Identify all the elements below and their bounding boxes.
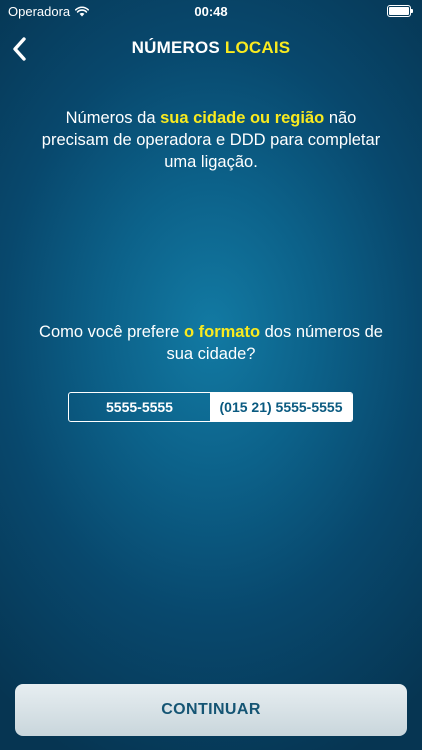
page-title-accent: LOCAIS bbox=[224, 38, 291, 57]
continue-button[interactable]: CONTINUAR bbox=[15, 684, 407, 736]
format-option-full[interactable]: (015 21) 5555-5555 bbox=[210, 393, 352, 421]
page-title-main: NÚMEROS bbox=[131, 38, 220, 57]
status-time: 00:48 bbox=[194, 4, 228, 19]
status-bar: Operadora 00:48 bbox=[0, 0, 422, 22]
format-question: Como você prefere o formato dos números … bbox=[30, 321, 392, 365]
question-text-start: Como você prefere bbox=[39, 323, 184, 341]
intro-highlight: sua cidade ou região bbox=[160, 109, 325, 127]
question-highlight: o formato bbox=[183, 323, 261, 341]
screen: Operadora 00:48 NÚMEROS LOCAIS Números d… bbox=[0, 0, 422, 750]
number-format-toggle[interactable]: 5555-5555 (015 21) 5555-5555 bbox=[68, 392, 353, 422]
intro-text-start: Números da bbox=[65, 109, 161, 127]
format-option-local[interactable]: 5555-5555 bbox=[69, 393, 210, 421]
intro-text: Números da sua cidade ou região não prec… bbox=[30, 107, 392, 173]
page-title: NÚMEROS LOCAIS bbox=[0, 38, 422, 58]
battery-icon bbox=[387, 5, 414, 17]
